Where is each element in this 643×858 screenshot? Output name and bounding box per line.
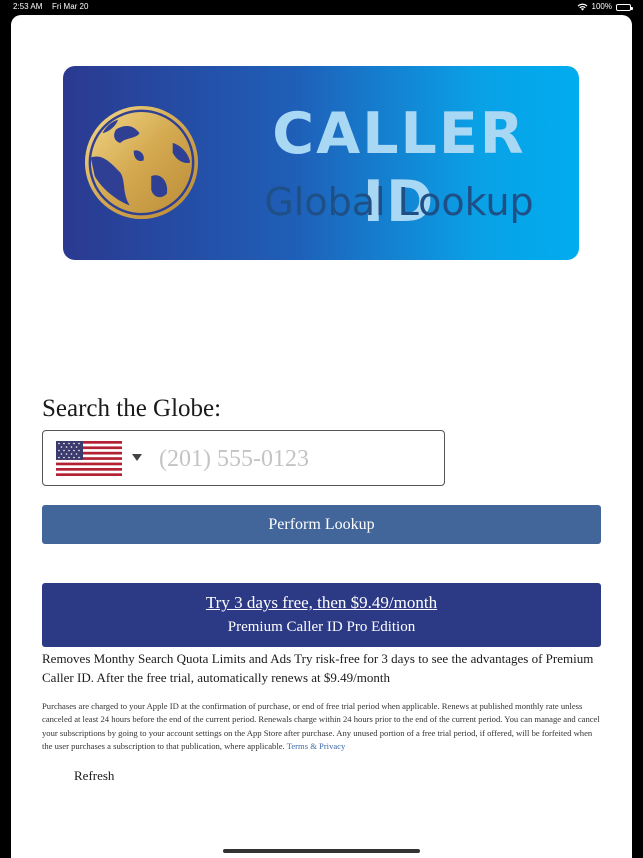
premium-offer-button[interactable]: Try 3 days free, then $9.49/month Premiu… — [42, 583, 601, 647]
phone-number-input[interactable] — [159, 439, 439, 479]
legal-text: Purchases are charged to your Apple ID a… — [42, 700, 602, 754]
status-time: 2:53 AM — [13, 2, 43, 11]
subscription-description: Removes Monthy Search Quota Limits and A… — [42, 651, 594, 685]
battery-icon — [616, 3, 633, 11]
edition-text: Premium Caller ID Pro Edition — [227, 619, 416, 635]
status-date: Fri Mar 20 — [52, 2, 89, 11]
trial-offer-text: Try 3 days free, then $9.49/month — [205, 593, 438, 612]
battery-percent: 100% — [591, 2, 612, 11]
app-banner: CALLER ID Global Lookup — [63, 66, 579, 260]
perform-lookup-button[interactable]: Perform Lookup — [42, 505, 601, 544]
terms-privacy-link[interactable]: Terms & Privacy — [287, 741, 346, 751]
globe-icon — [84, 105, 199, 220]
refresh-button[interactable]: Refresh — [74, 767, 114, 785]
status-bar: 2:53 AM Fri Mar 20 100% — [0, 0, 643, 14]
search-label: Search the Globe: — [42, 395, 222, 422]
banner-subtitle: Global Lookup — [264, 180, 534, 224]
status-right: 100% — [577, 0, 633, 14]
wifi-icon — [577, 3, 587, 11]
us-flag-icon[interactable] — [56, 441, 122, 476]
chevron-down-icon[interactable] — [132, 454, 142, 461]
app-sheet: CALLER ID Global Lookup Search the Globe… — [11, 15, 632, 858]
home-indicator[interactable] — [223, 849, 420, 853]
phone-input-box — [42, 430, 445, 486]
